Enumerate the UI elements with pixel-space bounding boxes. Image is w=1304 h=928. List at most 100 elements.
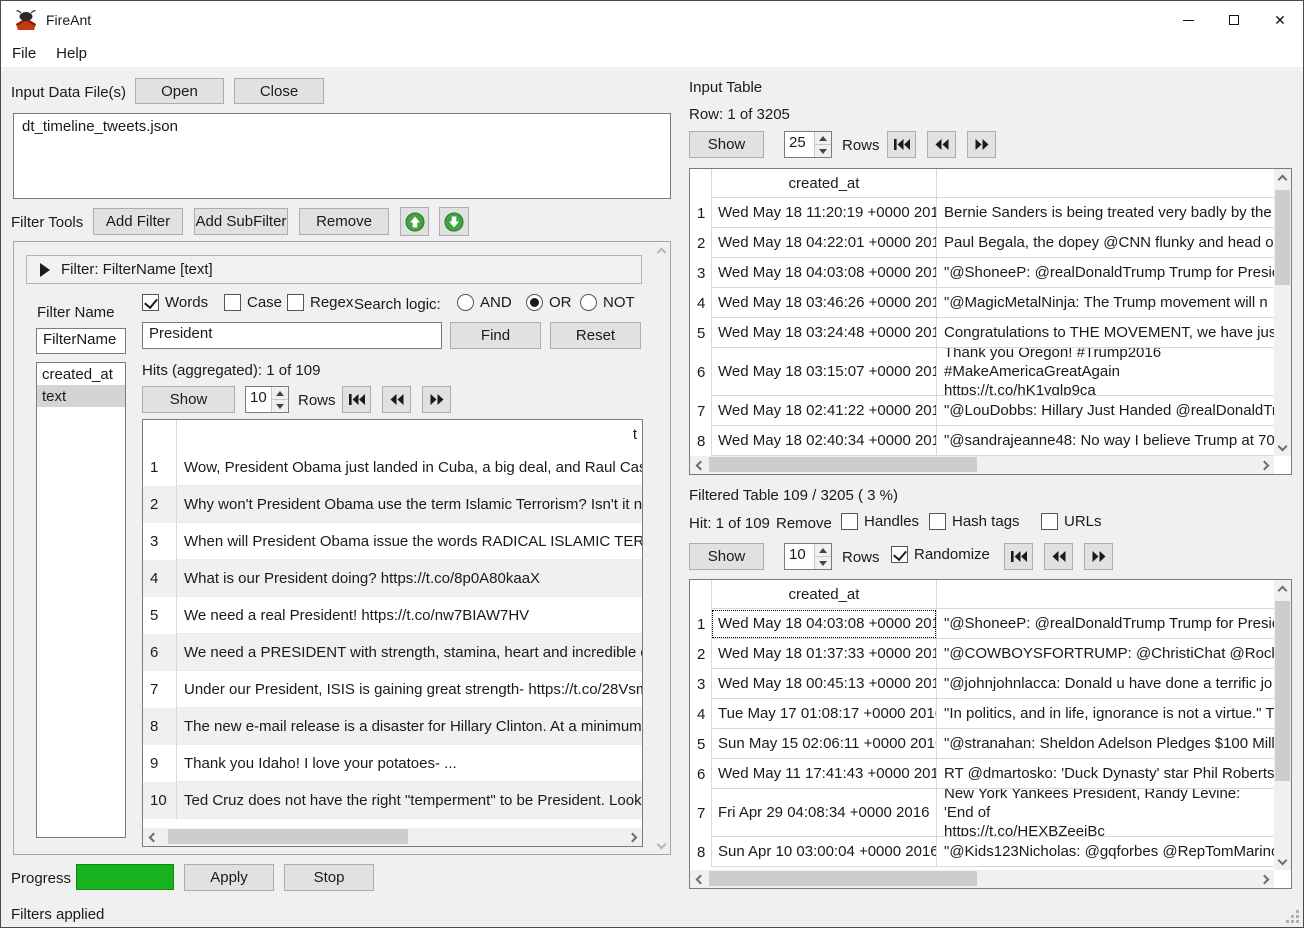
table-row[interactable]: 7Under our President, ISIS is gaining gr… [143,671,642,708]
close-button[interactable]: ✕ [1257,1,1303,39]
cell-text[interactable]: When will President Obama issue the word… [177,523,642,560]
scroll-left-icon[interactable] [143,829,160,846]
scroll-right-icon[interactable] [625,829,642,846]
not-radio-circle[interactable] [580,294,597,311]
find-button[interactable]: Find [450,322,541,349]
hits-show-button[interactable]: Show [142,386,235,413]
cell-text[interactable]: RT @dmartosko: 'Duck Dynasty' star Phil … [937,759,1274,789]
cell-created-at[interactable]: Wed May 18 04:22:01 +0000 2016 [711,228,937,258]
table-row[interactable]: 1Wow, President Obama just landed in Cub… [143,449,642,486]
handles-checkbox-box[interactable] [841,513,858,530]
table-row[interactable]: 3Wed May 18 04:03:08 +0000 2016"@ShoneeP… [690,258,1274,288]
cell-text[interactable]: We need a PRESIDENT with strength, stami… [177,634,642,671]
apply-button[interactable]: Apply [184,864,274,891]
spinner-up-icon[interactable] [815,132,831,144]
scroll-left-icon[interactable] [690,871,707,888]
cell-created-at[interactable]: Sun May 15 02:06:11 +0000 2016 [711,729,937,759]
vscroll-thumb[interactable] [1275,601,1290,781]
minimize-button[interactable] [1165,1,1211,39]
case-checkbox[interactable]: Case [224,294,282,311]
input-next-page-button[interactable] [967,131,996,158]
table-row[interactable]: 1Wed May 18 11:20:19 +0000 2016Bernie Sa… [690,198,1274,228]
file-list[interactable]: dt_timeline_tweets.json [13,113,671,199]
cell-text[interactable]: "@ShoneeP: @realDonaldTrump Trump for Pr… [937,609,1274,639]
hscroll-thumb[interactable] [709,457,977,472]
cell-created-at[interactable]: Wed May 18 04:03:08 +0000 2016 [711,258,937,288]
reset-button[interactable]: Reset [550,322,641,349]
table-row[interactable]: 5Wed May 18 03:24:48 +0000 2016Congratul… [690,318,1274,348]
table-row[interactable]: 6Wed May 18 03:15:07 +0000 2016Thank you… [690,348,1274,396]
field-listbox[interactable]: created_at text [36,362,126,838]
hits-table-hscrollbar[interactable] [143,828,642,846]
cell-text[interactable]: Thank you Oregon! #Trump2016 #MakeAmeric… [937,348,1274,396]
table-row[interactable]: 2Wed May 18 01:37:33 +0000 2016"@COWBOYS… [690,639,1274,669]
table-row[interactable]: 4Tue May 17 01:08:17 +0000 2016"In polit… [690,699,1274,729]
cell-created-at[interactable]: Tue May 17 01:08:17 +0000 2016 [711,699,937,729]
and-radio[interactable]: AND [457,294,512,311]
cell-text[interactable]: Congratulations to THE MOVEMENT, we have… [937,318,1274,348]
hscroll-thumb[interactable] [709,871,977,886]
table-row[interactable]: 7Fri Apr 29 04:08:34 +0000 2016New York … [690,789,1274,837]
regex-checkbox[interactable]: Regex [287,294,353,311]
filtered-rows-value[interactable]: 10 [785,544,814,569]
cell-text[interactable]: "@Kids123Nicholas: @gqforbes @RepTomMari… [937,837,1274,867]
stop-button[interactable]: Stop [284,864,374,891]
cell-created-at[interactable]: Wed May 18 03:24:48 +0000 2016 [711,318,937,348]
cell-created-at[interactable]: Wed May 18 11:20:19 +0000 2016 [711,198,937,228]
expander-triangle-icon[interactable] [40,263,50,277]
scroll-down-icon[interactable] [1274,853,1291,870]
table-row[interactable]: 1Wed May 18 04:03:08 +0000 2016"@ShoneeP… [690,609,1274,639]
table-row[interactable]: 6We need a PRESIDENT with strength, stam… [143,634,642,671]
remove-filter-button[interactable]: Remove [299,208,389,235]
field-item-text[interactable]: text [37,385,125,407]
cell-text[interactable]: Bernie Sanders is being treated very bad… [937,198,1274,228]
input-rows-value[interactable]: 25 [785,132,814,157]
spinner-down-icon[interactable] [815,556,831,569]
cell-text[interactable]: Wow, President Obama just landed in Cuba… [177,449,642,486]
open-button[interactable]: Open [135,78,224,104]
cell-text[interactable]: Ted Cruz does not have the right "temper… [177,782,642,819]
or-radio-circle[interactable] [526,294,543,311]
cell-created-at[interactable]: Fri Apr 29 04:08:34 +0000 2016 [711,789,937,837]
spinner-down-icon[interactable] [272,399,288,412]
randomize-checkbox-box[interactable] [891,546,908,563]
and-radio-circle[interactable] [457,294,474,311]
table-row[interactable]: 4What is our President doing? https://t.… [143,560,642,597]
remove-hashtags-checkbox[interactable]: Hash tags [929,513,1020,530]
hits-first-page-button[interactable] [342,386,371,413]
table-row[interactable]: 3When will President Obama issue the wor… [143,523,642,560]
filtered-show-button[interactable]: Show [689,543,764,570]
scroll-up-icon[interactable] [1274,580,1291,597]
cell-text[interactable]: "@sandrajeanne48: No way I believe Trump… [937,426,1274,456]
spinner-up-icon[interactable] [815,544,831,556]
scroll-right-icon[interactable] [1257,457,1274,474]
cell-text[interactable]: Thank you Idaho! I love your potatoes- .… [177,745,642,782]
cell-created-at[interactable]: Wed May 18 03:46:26 +0000 2016 [711,288,937,318]
cell-text[interactable]: We need a real President! https://t.co/n… [177,597,642,634]
input-prev-page-button[interactable] [927,131,956,158]
cell-text[interactable]: "@ShoneeP: @realDonaldTrump Trump for Pr… [937,258,1274,288]
filtered-next-page-button[interactable] [1084,543,1113,570]
or-radio[interactable]: OR [526,294,572,311]
table-row[interactable]: 10Ted Cruz does not have the right "temp… [143,782,642,819]
cell-text[interactable]: "@johnjohnlacca: Donald u have done a te… [937,669,1274,699]
cell-text[interactable]: "@stranahan: Sheldon Adelson Pledges $10… [937,729,1274,759]
move-filter-up-button[interactable] [400,207,429,236]
field-item-created-at[interactable]: created_at [37,363,125,385]
table-row[interactable]: 7Wed May 18 02:41:22 +0000 2016"@LouDobb… [690,396,1274,426]
cell-text[interactable]: Under our President, ISIS is gaining gre… [177,671,642,708]
table-row[interactable]: 8The new e-mail release is a disaster fo… [143,708,642,745]
search-input[interactable]: President [142,322,442,349]
filter-panel-vscrollbar[interactable] [653,242,670,854]
table-row[interactable]: 5Sun May 15 02:06:11 +0000 2016"@stranah… [690,729,1274,759]
cell-created-at[interactable]: Wed May 18 04:03:08 +0000 2016 [711,609,937,639]
cell-text[interactable]: "@COWBOYSFORTRUMP: @ChristiChat @Rockpri… [937,639,1274,669]
hits-prev-page-button[interactable] [382,386,411,413]
cell-text[interactable]: Why won't President Obama use the term I… [177,486,642,523]
filter-header-bar[interactable]: Filter: FilterName [text] [26,255,642,284]
cell-text[interactable]: The new e-mail release is a disaster for… [177,708,642,745]
menu-file[interactable]: File [1,39,46,67]
remove-urls-checkbox[interactable]: URLs [1041,513,1102,530]
case-checkbox-box[interactable] [224,294,241,311]
cell-created-at[interactable]: Wed May 11 17:41:43 +0000 2016 [711,759,937,789]
